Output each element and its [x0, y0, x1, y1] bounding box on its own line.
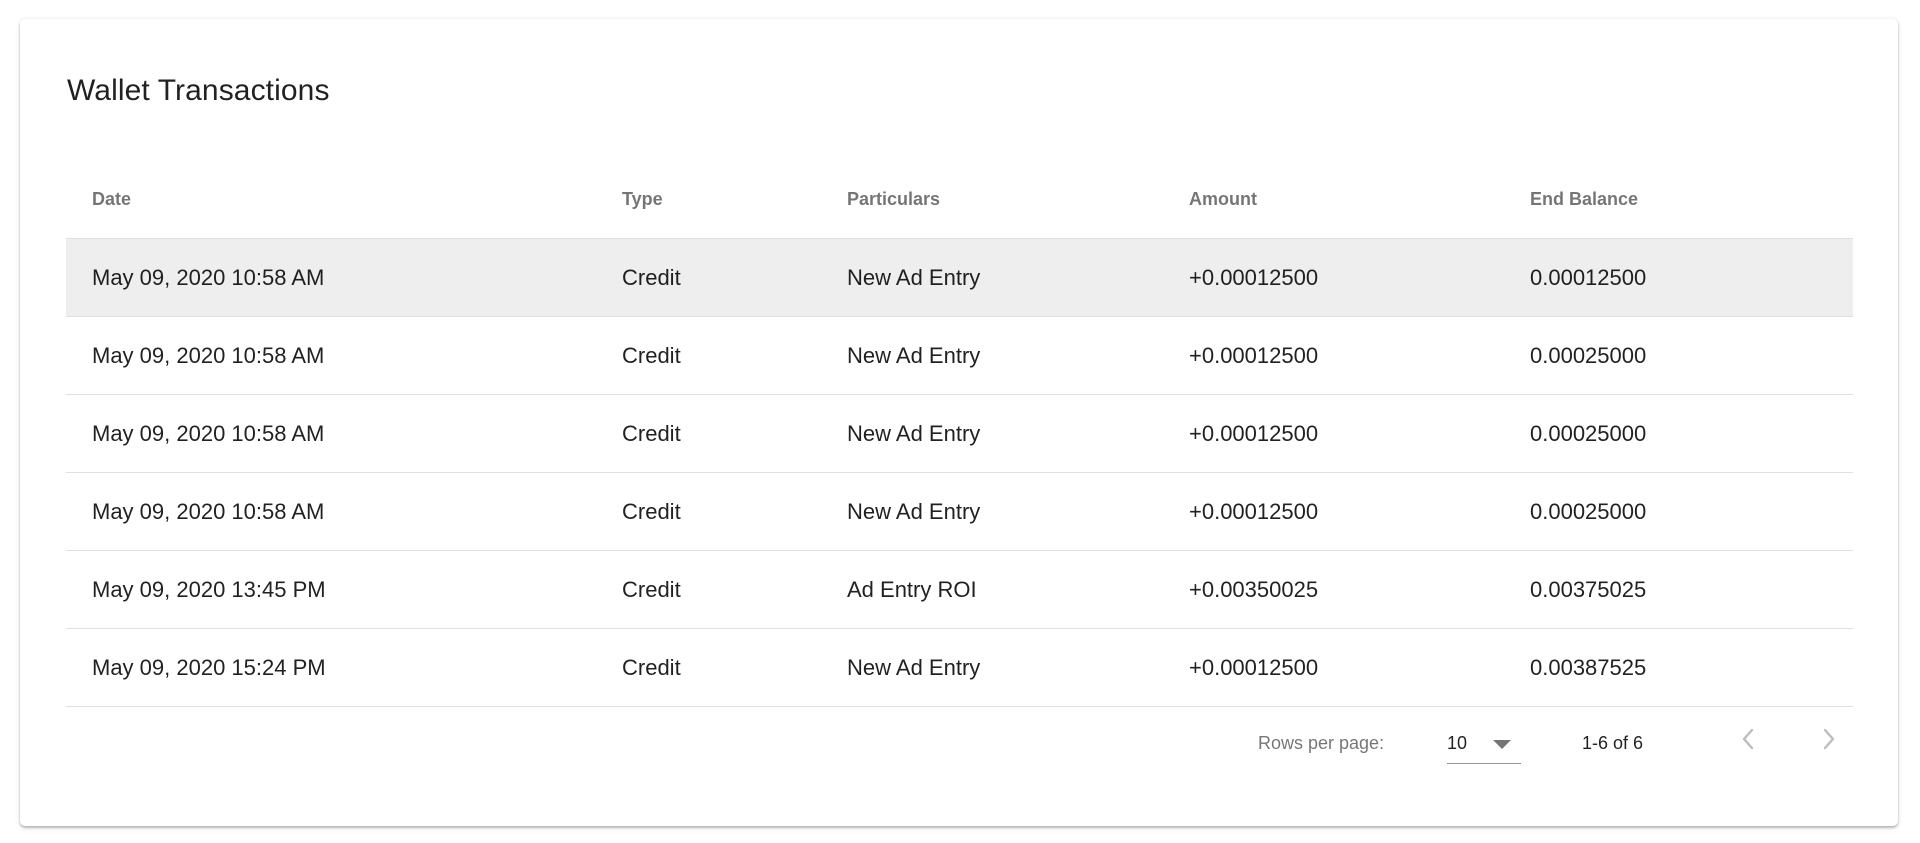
- cell-particulars: Ad Entry ROI: [847, 577, 977, 602]
- rows-per-page-select[interactable]: 10: [1447, 723, 1521, 764]
- cell-end-balance: 0.00025000: [1530, 499, 1647, 524]
- chevron-right-icon: [1822, 728, 1836, 750]
- cell-date: May 09, 2020 10:58 AM: [92, 343, 325, 368]
- table-row[interactable]: May 09, 2020 10:58 AM Credit New Ad Entr…: [66, 395, 1853, 473]
- table-row[interactable]: May 09, 2020 13:45 PM Credit Ad Entry RO…: [66, 551, 1853, 629]
- table-row[interactable]: May 09, 2020 10:58 AM Credit New Ad Entr…: [66, 473, 1853, 551]
- cell-type: Credit: [622, 421, 681, 446]
- cell-end-balance: 0.00012500: [1530, 265, 1647, 290]
- column-header-amount[interactable]: Amount: [1189, 161, 1257, 238]
- cell-amount: +0.00012500: [1189, 265, 1319, 290]
- rows-per-page-value: 10: [1447, 733, 1468, 753]
- table-row[interactable]: May 09, 2020 10:58 AM Credit New Ad Entr…: [66, 317, 1853, 395]
- cell-end-balance: 0.00387525: [1530, 655, 1647, 680]
- cell-particulars: New Ad Entry: [847, 499, 981, 524]
- cell-type: Credit: [622, 655, 681, 680]
- cell-particulars: New Ad Entry: [847, 421, 981, 446]
- cell-date: May 09, 2020 10:58 AM: [92, 421, 325, 446]
- table-row[interactable]: May 09, 2020 15:24 PM Credit New Ad Entr…: [66, 629, 1853, 707]
- cell-date: May 09, 2020 15:24 PM: [92, 655, 326, 680]
- cell-amount: +0.00350025: [1189, 577, 1319, 602]
- cell-end-balance: 0.00025000: [1530, 421, 1647, 446]
- cell-amount: +0.00012500: [1189, 499, 1319, 524]
- cell-end-balance: 0.00025000: [1530, 343, 1647, 368]
- cell-date: May 09, 2020 10:58 AM: [92, 499, 325, 524]
- cell-amount: +0.00012500: [1189, 343, 1319, 368]
- table-pagination: Rows per page: 10 1-6 of 6: [20, 709, 1898, 799]
- cell-date: May 09, 2020 10:58 AM: [92, 265, 325, 290]
- cell-type: Credit: [622, 499, 681, 524]
- column-header-date[interactable]: Date: [92, 161, 131, 238]
- chevron-left-icon: [1741, 728, 1755, 750]
- column-header-end-balance[interactable]: End Balance: [1530, 161, 1638, 238]
- next-page-button[interactable]: [1809, 719, 1849, 759]
- dropdown-arrow-icon: [1493, 740, 1511, 749]
- column-header-particulars[interactable]: Particulars: [847, 161, 940, 238]
- table-row[interactable]: May 09, 2020 10:58 AM Credit New Ad Entr…: [66, 239, 1853, 317]
- table-header-row: Date Type Particulars Amount End Balance: [66, 161, 1853, 239]
- transactions-table: Date Type Particulars Amount End Balance…: [66, 161, 1853, 707]
- card-title: Wallet Transactions: [67, 74, 330, 107]
- cell-date: May 09, 2020 13:45 PM: [92, 577, 326, 602]
- cell-amount: +0.00012500: [1189, 421, 1319, 446]
- pagination-range: 1-6 of 6: [1582, 733, 1644, 753]
- cell-type: Credit: [622, 265, 681, 290]
- cell-particulars: New Ad Entry: [847, 343, 981, 368]
- cell-type: Credit: [622, 343, 681, 368]
- cell-end-balance: 0.00375025: [1530, 577, 1647, 602]
- previous-page-button[interactable]: [1728, 719, 1768, 759]
- wallet-transactions-card: Wallet Transactions Date Type Particular…: [20, 19, 1898, 826]
- cell-particulars: New Ad Entry: [847, 655, 981, 680]
- cell-amount: +0.00012500: [1189, 655, 1319, 680]
- column-header-type[interactable]: Type: [622, 161, 663, 238]
- cell-particulars: New Ad Entry: [847, 265, 981, 290]
- cell-type: Credit: [622, 577, 681, 602]
- rows-per-page-label: Rows per page:: [1258, 733, 1385, 753]
